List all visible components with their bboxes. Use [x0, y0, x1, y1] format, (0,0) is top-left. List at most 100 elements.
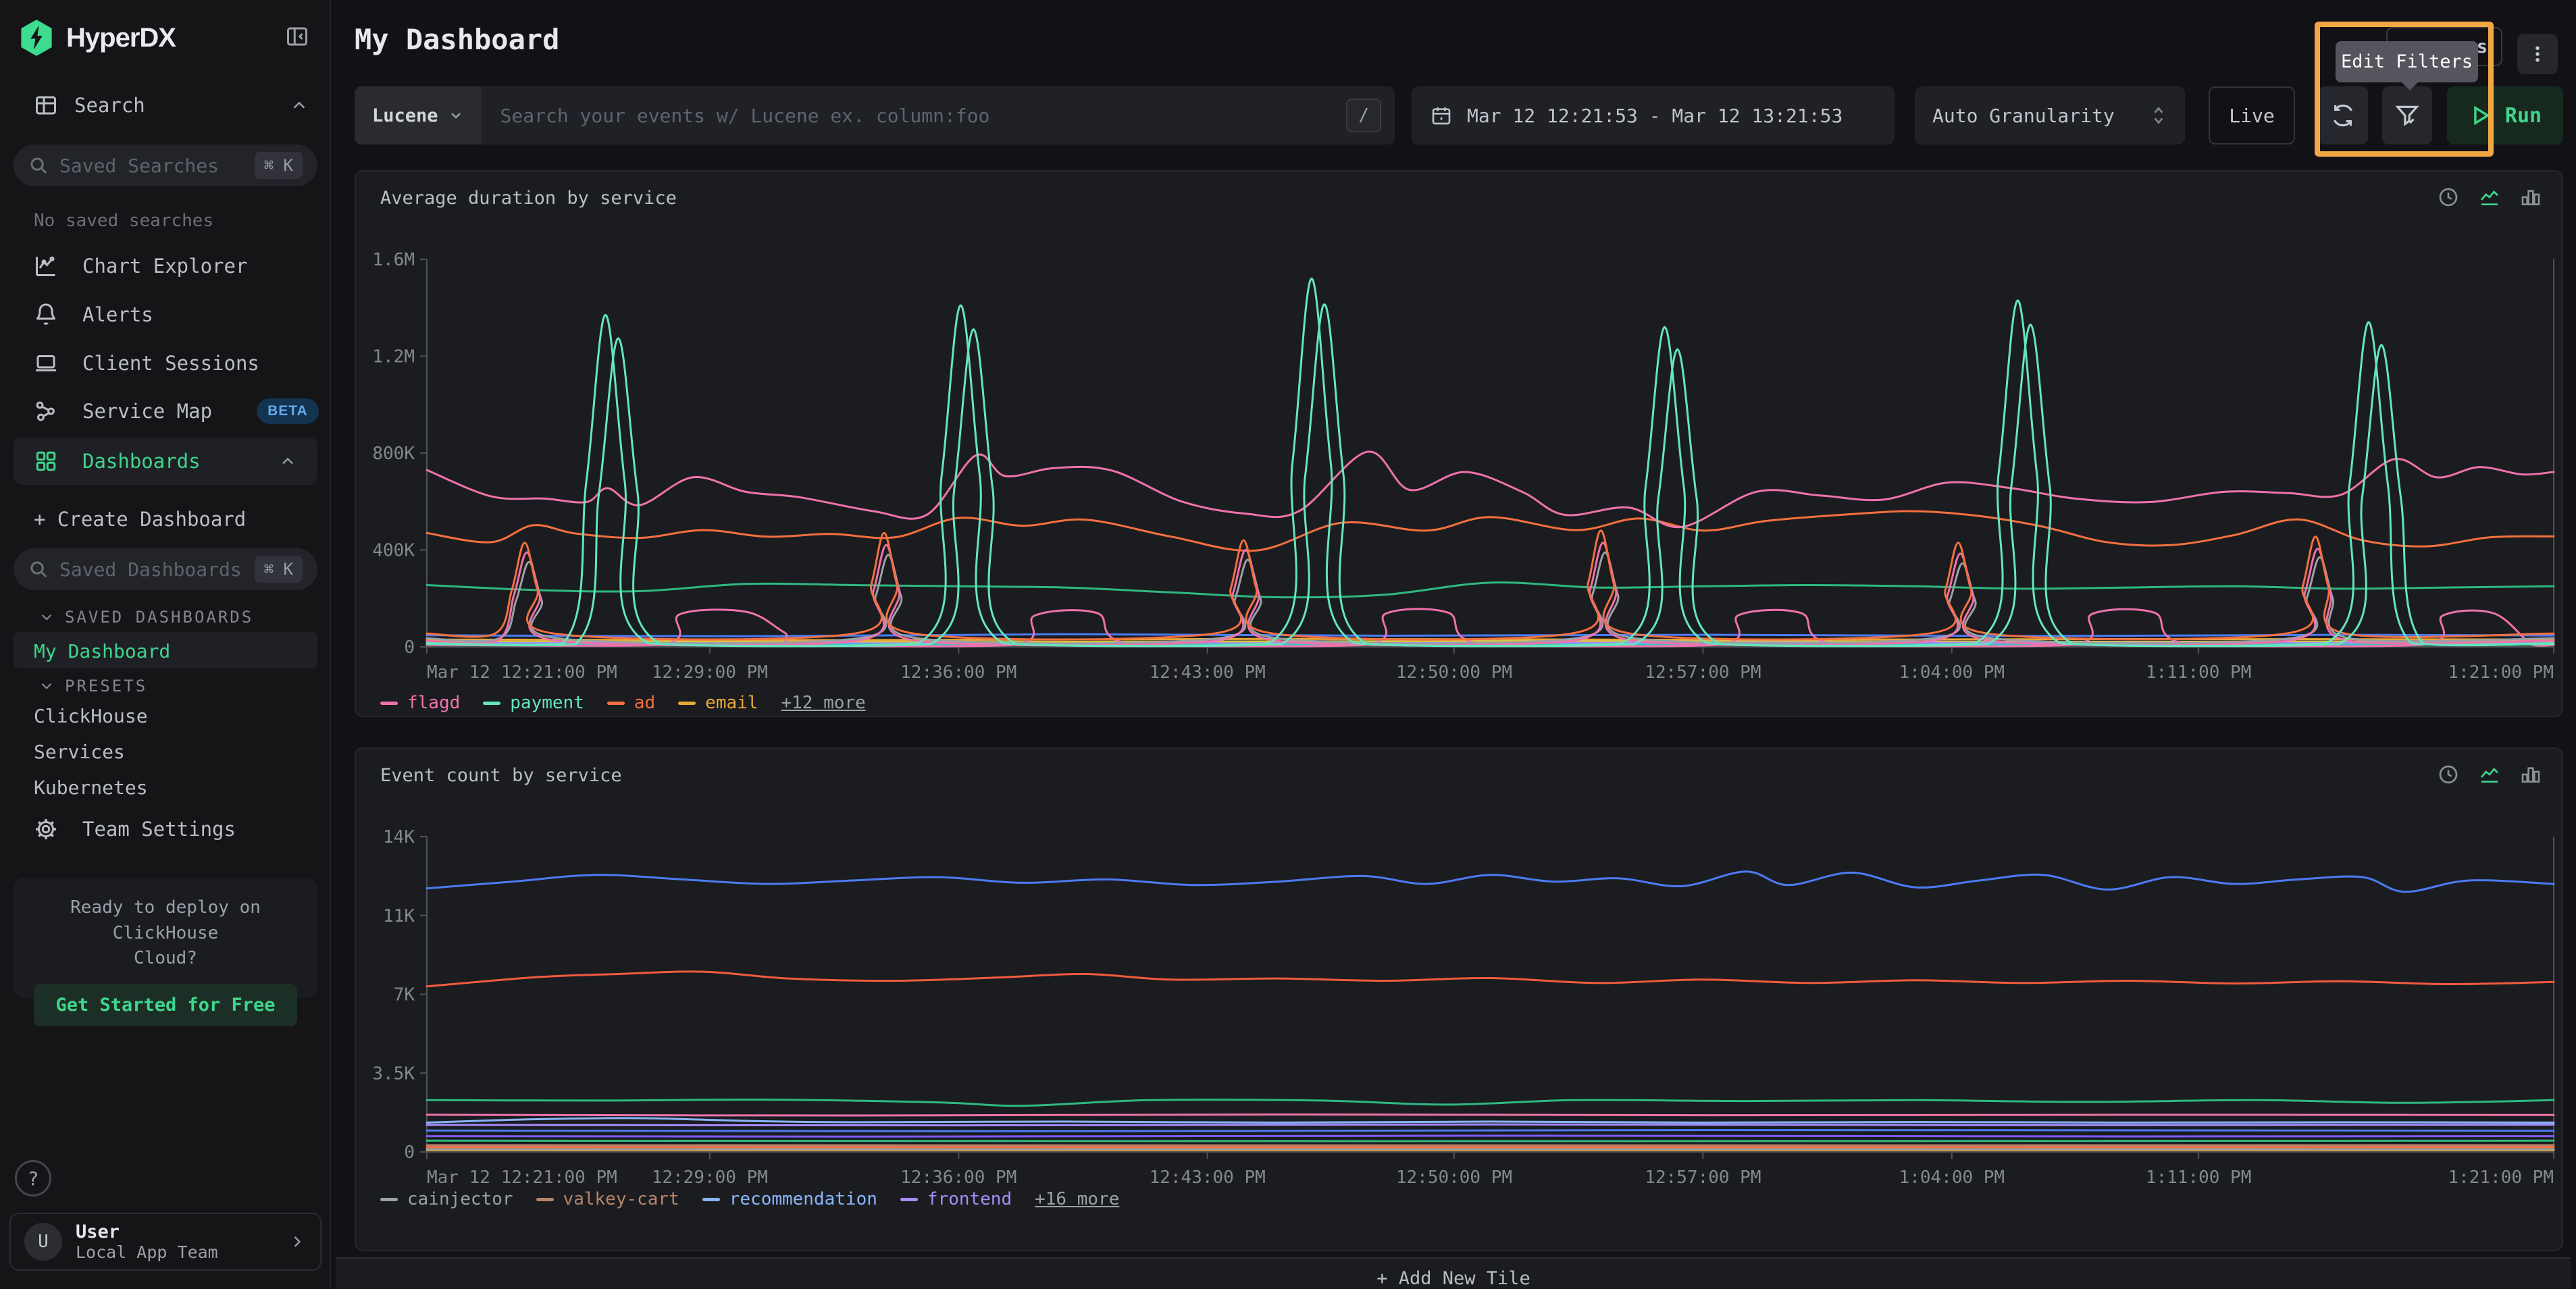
- chart-panel-average-duration: Average duration by service 1.6M1.2M800K…: [355, 170, 2563, 717]
- chart-panel-event-count: Event count by service 14K11K7K3.5K0Mar …: [355, 747, 2563, 1251]
- svg-text:1:11:00 PM: 1:11:00 PM: [2146, 1167, 2252, 1188]
- select-chevrons-icon: [2150, 105, 2167, 126]
- query-search-bar[interactable]: Lucene Search your events w/ Lucene ex. …: [355, 86, 1395, 144]
- chart-title: Event count by service: [380, 765, 622, 786]
- chart-legend: cainjector valkey-cart recommendation fr…: [380, 1189, 1119, 1209]
- section-header-label: PRESETS: [65, 677, 147, 695]
- svg-text:12:36:00 PM: 12:36:00 PM: [900, 662, 1016, 683]
- svg-text:12:57:00 PM: 12:57:00 PM: [1645, 1167, 1761, 1188]
- granularity-select[interactable]: Auto Granularity: [1915, 86, 2185, 144]
- chevron-down-icon: [38, 677, 55, 695]
- play-icon: [2469, 104, 2492, 127]
- legend-item[interactable]: frontend: [900, 1189, 1012, 1209]
- svg-text:0: 0: [404, 637, 415, 658]
- chart-title: Average duration by service: [380, 188, 677, 209]
- saved-dashboards-input[interactable]: Saved Dashboards ⌘ K: [14, 548, 317, 590]
- sidebar-item-search[interactable]: Search: [34, 93, 309, 117]
- help-question-mark: ?: [28, 1167, 39, 1190]
- legend-item[interactable]: payment: [483, 693, 584, 713]
- service-map-icon: [34, 399, 58, 423]
- live-label: Live: [2229, 105, 2274, 127]
- search-icon: [28, 155, 49, 176]
- legend-item[interactable]: email: [678, 693, 758, 713]
- sidebar-item-label: Client Sessions: [82, 352, 259, 375]
- chevron-up-icon: [289, 95, 309, 115]
- line-chart-toggle-icon[interactable]: [2478, 186, 2501, 208]
- line-chart-toggle-icon[interactable]: [2478, 764, 2501, 785]
- chevron-down-icon: [38, 608, 55, 626]
- refresh-button[interactable]: [2318, 86, 2368, 144]
- edit-filters-button[interactable]: [2382, 86, 2432, 144]
- calendar-icon: [1431, 105, 1452, 126]
- time-icon[interactable]: [2438, 764, 2459, 785]
- svg-text:1:21:00 PM: 1:21:00 PM: [2448, 662, 2554, 683]
- preset-kubernetes[interactable]: Kubernetes: [34, 777, 148, 799]
- svg-text:12:57:00 PM: 12:57:00 PM: [1645, 662, 1761, 683]
- gear-icon: [34, 817, 58, 841]
- saved-dashboards-placeholder: Saved Dashboards: [59, 558, 244, 581]
- help-button[interactable]: ?: [15, 1160, 51, 1196]
- legend-item[interactable]: recommendation: [702, 1189, 877, 1209]
- dashboard-menu-button[interactable]: [2517, 34, 2558, 74]
- sidebar-item-team-settings[interactable]: Team Settings: [34, 817, 236, 841]
- search-section-icon: [34, 93, 58, 117]
- add-new-tile-button[interactable]: + Add New Tile: [336, 1257, 2571, 1288]
- promo-line2: Cloud?: [134, 948, 197, 968]
- svg-text:1:04:00 PM: 1:04:00 PM: [1899, 662, 2005, 683]
- sidebar: HyperDX Search Saved Searches ⌘ K No sav…: [0, 0, 331, 1288]
- cmd-k-shortcut: ⌘ K: [255, 556, 303, 583]
- svg-text:11K: 11K: [383, 906, 415, 926]
- legend-item[interactable]: ad: [607, 693, 655, 713]
- saved-searches-input[interactable]: Saved Searches ⌘ K: [14, 144, 317, 186]
- sidebar-item-label: Alerts: [82, 303, 153, 326]
- query-language-dropdown[interactable]: Lucene: [355, 86, 482, 144]
- svg-text:12:29:00 PM: 12:29:00 PM: [652, 662, 768, 683]
- sidebar-item-service-map[interactable]: Service Map BETA: [34, 398, 319, 424]
- live-button[interactable]: Live: [2209, 86, 2295, 144]
- legend-item[interactable]: valkey-cart: [536, 1189, 679, 1209]
- sidebar-item-client-sessions[interactable]: Client Sessions: [34, 351, 259, 375]
- svg-text:400K: 400K: [372, 541, 415, 561]
- chart-panel-toolbar: [2438, 764, 2542, 785]
- sidebar-item-my-dashboard[interactable]: My Dashboard: [14, 632, 317, 668]
- legend-item[interactable]: cainjector: [380, 1189, 513, 1209]
- bar-chart-toggle-icon[interactable]: [2520, 764, 2542, 785]
- svg-text:1:21:00 PM: 1:21:00 PM: [2448, 1167, 2554, 1188]
- user-team: Local App Team: [76, 1242, 274, 1262]
- time-icon[interactable]: [2438, 186, 2459, 208]
- chart-canvas[interactable]: 14K11K7K3.5K0Mar 12 12:21:00 PM12:29:00 …: [369, 830, 2558, 1203]
- chevron-down-icon: [448, 107, 464, 124]
- svg-text:12:50:00 PM: 12:50:00 PM: [1396, 1167, 1512, 1188]
- sidebar-item-alerts[interactable]: Alerts: [34, 302, 153, 327]
- user-name: User: [76, 1221, 274, 1242]
- legend-more-link[interactable]: +16 more: [1035, 1189, 1119, 1209]
- user-menu[interactable]: U User Local App Team: [9, 1213, 321, 1271]
- chart-canvas[interactable]: 1.6M1.2M800K400K0Mar 12 12:21:00 PM12:29…: [369, 253, 2558, 698]
- app-logo[interactable]: HyperDX: [19, 19, 176, 57]
- filter-edit-icon: [2394, 103, 2420, 128]
- sidebar-item-chart-explorer[interactable]: Chart Explorer: [34, 254, 247, 278]
- svg-text:0: 0: [404, 1142, 415, 1163]
- preset-clickhouse[interactable]: ClickHouse: [34, 705, 148, 727]
- create-dashboard-button[interactable]: + Create Dashboard: [34, 508, 246, 531]
- promo-line1: Ready to deploy on ClickHouse: [70, 897, 261, 943]
- saved-dashboards-section-header[interactable]: SAVED DASHBOARDS: [38, 608, 253, 627]
- page-title: My Dashboard: [355, 23, 559, 56]
- query-input[interactable]: Search your events w/ Lucene ex. column:…: [482, 105, 1347, 127]
- tooltip-text: Edit Filters: [2341, 51, 2473, 72]
- get-started-button[interactable]: Get Started for Free: [34, 984, 297, 1026]
- sidebar-collapse-button[interactable]: [285, 24, 309, 49]
- svg-text:14K: 14K: [383, 830, 415, 847]
- slash-shortcut-key: /: [1346, 99, 1381, 132]
- legend-more-link[interactable]: +12 more: [781, 693, 865, 713]
- preset-services[interactable]: Services: [34, 741, 125, 763]
- beta-badge: BETA: [257, 398, 319, 424]
- date-range-picker[interactable]: Mar 12 12:21:53 - Mar 12 13:21:53: [1412, 86, 1895, 144]
- presets-section-header[interactable]: PRESETS: [38, 677, 147, 695]
- chart-panel-toolbar: [2438, 186, 2542, 208]
- legend-item[interactable]: flagd: [380, 693, 460, 713]
- run-button[interactable]: Run: [2447, 86, 2563, 144]
- sidebar-item-dashboards[interactable]: Dashboards: [14, 438, 317, 485]
- bar-chart-toggle-icon[interactable]: [2520, 186, 2542, 208]
- date-range-value: Mar 12 12:21:53 - Mar 12 13:21:53: [1467, 105, 1843, 127]
